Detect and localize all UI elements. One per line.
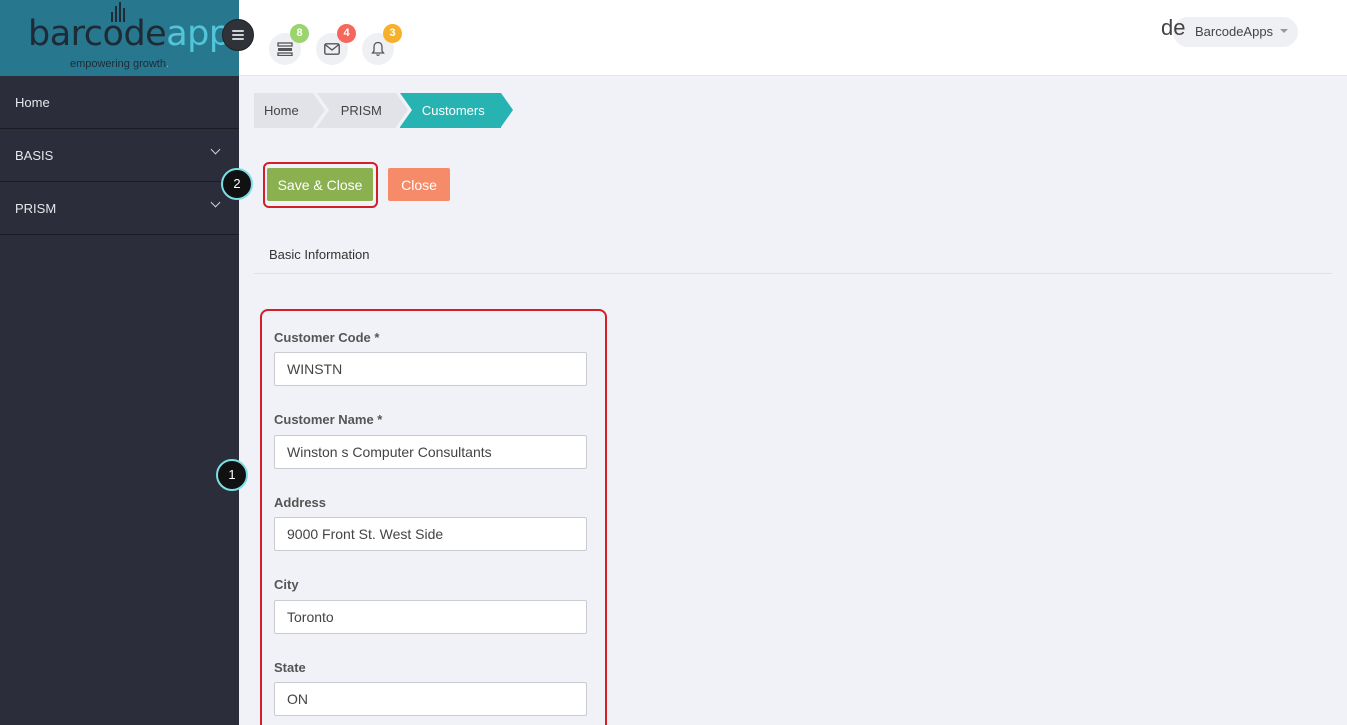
breadcrumb-home[interactable]: Home — [254, 93, 325, 128]
customer-code-label: Customer Code * — [274, 330, 380, 345]
top-header: 8 4 3 BarcodeApps de — [239, 0, 1347, 76]
chevron-down-icon — [210, 144, 221, 155]
bell-icon — [371, 41, 385, 56]
save-and-close-button[interactable]: Save & Close — [267, 168, 373, 201]
hamburger-icon — [232, 30, 244, 40]
caret-down-icon — [1280, 29, 1288, 33]
city-input[interactable] — [274, 600, 587, 634]
sidebar-item-label: PRISM — [15, 200, 57, 216]
callout-marker-2: 2 — [221, 168, 253, 200]
sidebar: barcodeapps empowering growth. Home BASI… — [0, 0, 239, 725]
sidebar-item-prism[interactable]: PRISM — [0, 182, 239, 235]
breadcrumb-customers: Customers — [399, 93, 513, 128]
messages-badge: 4 — [337, 24, 356, 43]
sidebar-item-label: BASIS — [15, 147, 54, 163]
tasks-badge: 8 — [290, 24, 309, 43]
close-button[interactable]: Close — [388, 168, 450, 201]
chevron-down-icon — [210, 197, 221, 208]
sidebar-item-label: Home — [15, 94, 50, 110]
tasks-button[interactable]: 8 — [269, 24, 309, 65]
notifications-button[interactable]: 3 — [362, 24, 402, 65]
logo-tagline: empowering growth. — [69, 58, 170, 70]
logo[interactable]: barcodeapps empowering growth. — [0, 0, 239, 76]
address-label: Address — [274, 495, 327, 510]
tasks-icon — [277, 42, 293, 56]
sidebar-item-basis[interactable]: BASIS — [0, 129, 239, 182]
customer-name-label: Customer Name * — [274, 412, 383, 427]
sidebar-item-home[interactable]: Home — [0, 76, 239, 129]
envelope-icon — [324, 43, 340, 55]
messages-button[interactable]: 4 — [316, 24, 356, 65]
section-divider — [254, 273, 1332, 274]
menu-toggle-button[interactable] — [222, 19, 254, 51]
customer-code-input[interactable] — [274, 352, 587, 386]
address-input[interactable] — [274, 517, 587, 551]
city-label: City — [274, 577, 299, 592]
section-title[interactable]: Basic Information — [269, 247, 369, 262]
user-avatar: de — [1161, 15, 1186, 40]
notifications-badge: 3 — [383, 24, 402, 43]
state-input[interactable] — [274, 682, 587, 716]
customer-name-input[interactable] — [274, 435, 587, 469]
logo-text: barcodeapps — [28, 14, 239, 54]
breadcrumb-prism[interactable]: PRISM — [316, 93, 409, 128]
callout-marker-1: 1 — [216, 459, 248, 491]
state-label: State — [274, 660, 306, 675]
breadcrumb: Home PRISM Customers — [254, 93, 513, 128]
